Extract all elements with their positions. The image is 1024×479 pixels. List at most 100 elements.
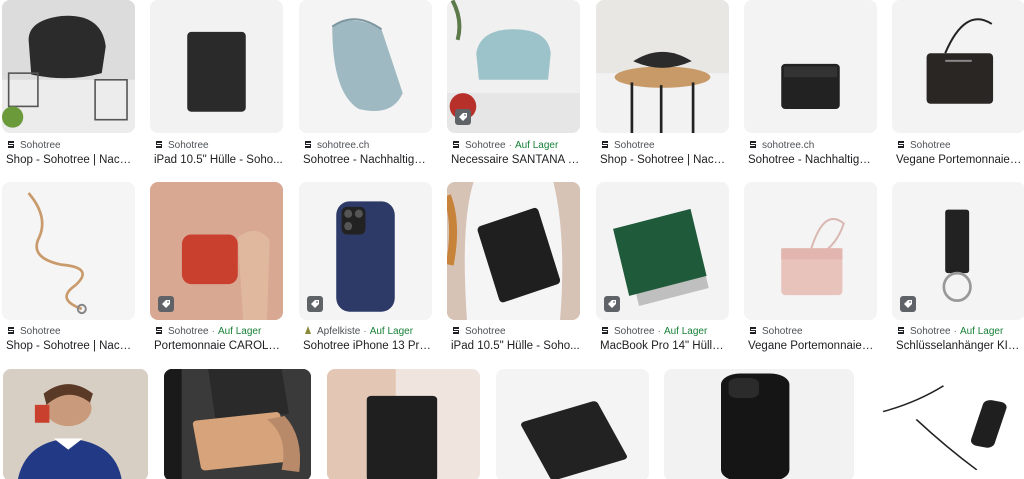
product-thumbnail[interactable] xyxy=(744,182,877,320)
result-title-link[interactable]: Sohotree - Nachhaltige ... xyxy=(748,154,877,166)
result-title-link[interactable]: iPad 10.5" Hülle - Soho... xyxy=(451,340,580,352)
source-name: sohotree.ch xyxy=(317,140,370,151)
source-name: Sohotree xyxy=(614,140,655,151)
product-thumbnail[interactable] xyxy=(664,369,854,479)
result-title-link[interactable]: Vegane Portemonnaies... xyxy=(896,154,1024,166)
result-title-link[interactable]: Portemonnaie CAROLA ... xyxy=(154,340,283,352)
sohotree-favicon-icon xyxy=(748,325,762,338)
source-separator: · xyxy=(211,326,215,337)
source-name: Sohotree xyxy=(168,140,209,151)
sohotree-favicon-icon xyxy=(154,325,168,338)
result-source: Sohotree xyxy=(154,139,209,152)
source-name: Sohotree xyxy=(910,140,951,151)
result-title-link[interactable]: Necessaire SANTANA - ... xyxy=(451,154,580,166)
source-name: Sohotree xyxy=(168,326,209,337)
result-source: Apfelkiste · Auf Lager xyxy=(303,325,413,338)
product-thumbnail[interactable] xyxy=(2,0,135,133)
source-name: Sohotree xyxy=(910,326,951,337)
product-thumbnail[interactable] xyxy=(447,0,580,133)
product-thumbnail[interactable] xyxy=(596,0,729,133)
image-result-card[interactable]: Sohotree Vegane Portemonnaies ... xyxy=(744,182,877,356)
source-separator: · xyxy=(363,326,367,337)
shopping-tag-icon xyxy=(455,109,471,125)
product-thumbnail[interactable] xyxy=(150,0,283,133)
product-thumbnail[interactable] xyxy=(892,0,1024,133)
result-title-link[interactable]: Shop - Sohotree | Nach... xyxy=(600,154,729,166)
result-title-link[interactable]: Schlüsselanhänger KIK... xyxy=(896,340,1024,352)
source-name: Sohotree xyxy=(614,326,655,337)
product-thumbnail[interactable] xyxy=(447,182,580,320)
sohotree-favicon-icon xyxy=(303,139,317,152)
image-result-card[interactable] xyxy=(664,369,854,479)
source-name: Sohotree xyxy=(762,326,803,337)
result-source: Sohotree · Auf Lager xyxy=(600,325,707,338)
image-result-card[interactable] xyxy=(3,369,148,479)
result-title-link[interactable]: Shop - Sohotree | Nach... xyxy=(6,340,135,352)
result-source: Sohotree · Auf Lager xyxy=(451,139,558,152)
sohotree-favicon-icon xyxy=(600,325,614,338)
result-source: Sohotree xyxy=(600,139,655,152)
image-result-card[interactable]: Sohotree iPad 10.5" Hülle - Soho... xyxy=(447,182,580,356)
source-name: Sohotree xyxy=(20,140,61,151)
image-result-card[interactable]: Sohotree iPad 10.5" Hülle - Soho... xyxy=(150,0,283,170)
image-result-card[interactable]: Sohotree Shop - Sohotree | Nach... xyxy=(2,0,135,170)
image-result-card[interactable]: Apfelkiste · Auf Lager Sohotree iPhone 13 P… xyxy=(299,182,432,356)
product-thumbnail[interactable] xyxy=(150,182,283,320)
source-separator: · xyxy=(953,326,957,337)
sohotree-favicon-icon xyxy=(6,139,20,152)
result-source: sohotree.ch xyxy=(303,139,369,152)
result-title-link[interactable]: MacBook Pro 14" Hülle -... xyxy=(600,340,729,352)
result-title-link[interactable]: Sohotree - Nachhaltige ... xyxy=(303,154,432,166)
product-thumbnail[interactable] xyxy=(496,369,649,479)
sohotree-favicon-icon xyxy=(748,139,762,152)
result-title-link[interactable]: Shop - Sohotree | Nach... xyxy=(6,154,135,166)
stock-status: Auf Lager xyxy=(959,326,1004,337)
sohotree-favicon-icon xyxy=(154,139,168,152)
source-name: Apfelkiste xyxy=(317,326,361,337)
stock-status: Auf Lager xyxy=(217,326,262,337)
result-source: Sohotree xyxy=(6,139,61,152)
result-source: Sohotree · Auf Lager xyxy=(896,325,1003,338)
source-name: Sohotree xyxy=(465,326,506,337)
product-thumbnail[interactable] xyxy=(2,182,135,320)
source-separator: · xyxy=(508,140,512,151)
image-result-card[interactable]: Sohotree Vegane Portemonnaies... xyxy=(892,0,1024,170)
product-thumbnail[interactable] xyxy=(299,0,432,133)
source-name: Sohotree xyxy=(465,140,506,151)
stock-status: Auf Lager xyxy=(514,140,559,151)
product-thumbnail[interactable] xyxy=(327,369,480,479)
result-source: Sohotree xyxy=(6,325,61,338)
result-title-link[interactable]: Vegane Portemonnaies ... xyxy=(748,340,877,352)
product-thumbnail[interactable] xyxy=(3,369,148,479)
apfelkiste-favicon-icon xyxy=(303,325,317,338)
product-thumbnail[interactable] xyxy=(299,182,432,320)
image-result-card[interactable] xyxy=(327,369,480,479)
product-thumbnail[interactable] xyxy=(871,369,1022,479)
image-result-card[interactable]: Sohotree · Auf Lager Necessaire SANTANA - .… xyxy=(447,0,580,170)
product-thumbnail[interactable] xyxy=(596,182,729,320)
product-thumbnail[interactable] xyxy=(164,369,311,479)
image-result-card[interactable]: Sohotree · Auf Lager Portemonnaie CAROLA ..… xyxy=(150,182,283,356)
image-result-card[interactable]: sohotree.ch Sohotree - Nachhaltige ... xyxy=(299,0,432,170)
source-separator: · xyxy=(657,326,661,337)
result-source: Sohotree · Auf Lager xyxy=(154,325,261,338)
product-thumbnail[interactable] xyxy=(892,182,1024,320)
image-result-card[interactable]: Sohotree Shop - Sohotree | Nach... xyxy=(596,0,729,170)
product-thumbnail[interactable] xyxy=(744,0,877,133)
shopping-tag-icon xyxy=(900,296,916,312)
source-name: Sohotree xyxy=(20,326,61,337)
image-result-card[interactable]: Sohotree · Auf Lager Schlüsselanhänger KIK.… xyxy=(892,182,1024,356)
shopping-tag-icon xyxy=(604,296,620,312)
result-title-link[interactable]: Sohotree iPhone 13 Pro... xyxy=(303,340,432,352)
image-result-card[interactable]: Sohotree Shop - Sohotree | Nach... xyxy=(2,182,135,356)
image-result-card[interactable] xyxy=(871,369,1022,479)
result-source: sohotree.ch xyxy=(748,139,814,152)
image-result-card[interactable]: sohotree.ch Sohotree - Nachhaltige ... xyxy=(744,0,877,170)
sohotree-favicon-icon xyxy=(896,325,910,338)
result-source: Sohotree xyxy=(748,325,803,338)
image-result-card[interactable]: Sohotree · Auf Lager MacBook Pro 14" Hülle … xyxy=(596,182,729,356)
sohotree-favicon-icon xyxy=(451,139,465,152)
image-result-card[interactable] xyxy=(164,369,311,479)
result-title-link[interactable]: iPad 10.5" Hülle - Soho... xyxy=(154,154,283,166)
image-result-card[interactable] xyxy=(496,369,649,479)
